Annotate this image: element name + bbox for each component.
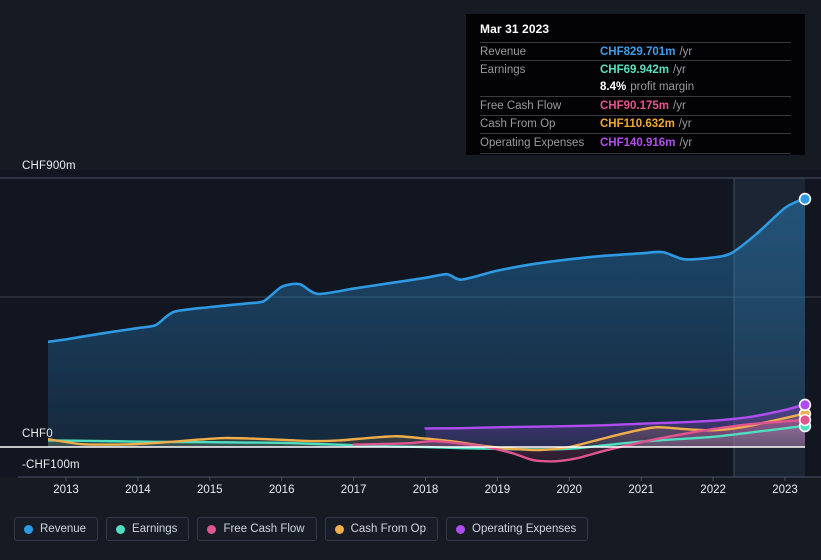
tooltip-row-value: CHF140.916m xyxy=(600,136,676,149)
tooltip-row-unit: /yr xyxy=(673,64,686,77)
legend-item-cash-from-op[interactable]: Cash From Op xyxy=(324,517,439,541)
tooltip-rows: Revenue CHF829.701m/yr Earnings CHF69.942m /… xyxy=(480,42,791,155)
tooltip-row-value: 8.4% xyxy=(600,81,627,94)
legend-item-free-cash-flow[interactable]: Free Cash Flow xyxy=(197,517,317,541)
tooltip-row-value: CHF110.632m xyxy=(600,118,675,131)
x-axis-label-2017: 2017 xyxy=(340,484,367,496)
tooltip-row-value-wrap: CHF69.942m/yr xyxy=(600,64,686,76)
tooltip-row-unit: /yr xyxy=(679,136,693,149)
x-axis-label-2019: 2019 xyxy=(484,484,511,496)
x-axis-label-2023: 2023 xyxy=(772,484,798,496)
legend-item-earnings[interactable]: Earnings xyxy=(106,517,190,541)
legend-color-dot-icon xyxy=(456,524,466,534)
x-axis-label-2021: 2021 xyxy=(628,484,654,496)
tooltip-footer-divider xyxy=(480,153,791,155)
tooltip-row-label: Revenue xyxy=(480,45,527,58)
endpoint-marker-revenue xyxy=(798,192,812,206)
tooltip-row-value: CHF90.175m xyxy=(600,99,670,112)
tooltip-row-value-wrap: 8.4% profit margin xyxy=(600,81,694,93)
endpoint-marker-operating-expenses xyxy=(798,398,812,412)
x-axis-label-2020: 2020 xyxy=(556,484,583,496)
financial-chart: CHF900m CHF0 -CHF100m 2013 2014 2015 2016 20… xyxy=(0,0,821,560)
tooltip-row-unit: /yr xyxy=(673,99,686,112)
legend-item-revenue[interactable]: Revenue xyxy=(14,517,99,541)
legend-item-label: Cash From Op xyxy=(350,523,427,535)
tooltip-row-unit: profit margin xyxy=(630,81,695,94)
chart-legend[interactable]: Revenue Earnings Free Cash Flow Cash From O… xyxy=(14,517,589,541)
tooltip-row-label: Operating Expenses xyxy=(480,136,585,149)
legend-item-label: Earnings xyxy=(132,523,178,535)
tooltip-row-free-cash-flow: Free Cash Flow CHF90.175m/yr xyxy=(480,96,791,114)
tooltip-date: Mar 31 2023 xyxy=(480,22,550,36)
x-axis-label-2015: 2015 xyxy=(197,484,223,496)
legend-item-label: Revenue xyxy=(40,523,87,535)
x-axis-label-2022: 2022 xyxy=(700,484,726,496)
tooltip-row-value-wrap: CHF90.175m/yr xyxy=(600,100,686,112)
legend-item-label: Operating Expenses xyxy=(472,523,577,535)
tooltip-row-unit: /yr xyxy=(678,118,692,131)
y-axis-label-bottom: -CHF100m xyxy=(22,459,80,471)
endpoint-marker-free-cash-flow xyxy=(798,413,812,427)
tooltip-row-label: Earnings xyxy=(480,64,526,77)
legend-color-dot-icon xyxy=(24,524,33,534)
tooltip-row-label: Free Cash Flow xyxy=(480,99,562,112)
x-axis-label-2018: 2018 xyxy=(412,484,439,496)
x-axis-label-2013: 2013 xyxy=(53,484,79,496)
legend-color-dot-icon xyxy=(207,524,217,534)
tooltip-row-value-wrap: CHF829.701m/yr xyxy=(600,46,692,58)
tooltip-row-cash-from-op: Cash From Op CHF110.632m/yr xyxy=(480,114,791,133)
legend-color-dot-icon xyxy=(334,524,344,534)
chart-tooltip: Mar 31 2023 Revenue CHF829.701m/yr Earning… xyxy=(466,14,805,155)
legend-item-label: Free Cash Flow xyxy=(223,523,305,535)
tooltip-row-value-wrap: CHF140.916m/yr xyxy=(600,137,692,149)
tooltip-row-earnings: Earnings CHF69.942m/yr xyxy=(480,60,791,78)
x-axis-label-2014: 2014 xyxy=(125,484,151,496)
tooltip-row-revenue: Revenue CHF829.701m/yr xyxy=(480,42,791,60)
legend-color-dot-icon xyxy=(116,524,126,534)
tooltip-row-value-wrap: CHF110.632m/yr xyxy=(600,118,692,130)
tooltip-row-profit-margin: 8.4% profit margin xyxy=(480,79,791,96)
tooltip-row-label: Cash From Op xyxy=(480,118,556,131)
tooltip-row-value: CHF829.701m xyxy=(600,45,676,58)
tooltip-row-operating-expenses: Operating Expenses CHF140.916m/yr xyxy=(480,132,791,151)
tooltip-row-value: CHF69.942m xyxy=(600,64,670,77)
legend-item-operating-expenses[interactable]: Operating Expenses xyxy=(446,517,589,541)
tooltip-row-unit: /yr xyxy=(679,45,693,58)
x-axis-label-2016: 2016 xyxy=(268,484,295,496)
y-axis-label-zero: CHF0 xyxy=(22,428,53,440)
y-axis-label-top: CHF900m xyxy=(22,160,76,172)
